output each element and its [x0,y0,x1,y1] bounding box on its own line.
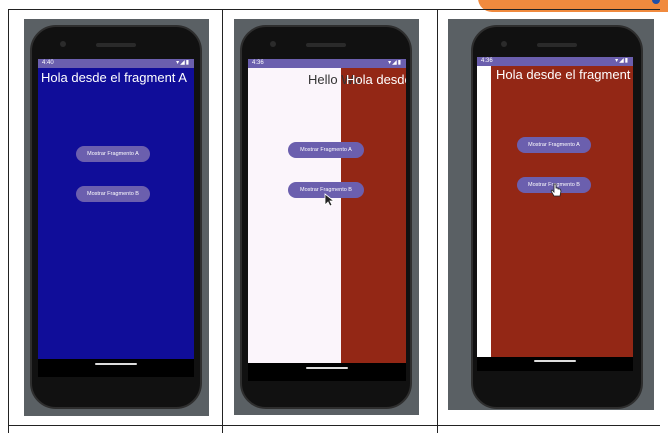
fragment-title: Hola desde el fragment A [41,70,187,85]
speaker [306,43,346,47]
home-indicator[interactable] [534,360,576,362]
status-bar: 4:40 ▾◢▮ [38,59,194,68]
phone-1: 4:40 ▾◢▮ Hola desde el fragment A Mostra… [30,25,202,409]
front-camera [60,41,66,47]
hand-cursor-icon [550,183,562,197]
table-divider-1 [222,9,223,433]
speaker [96,43,136,47]
show-fragment-b-button[interactable]: Mostrar Fragmento B [76,186,150,202]
status-time: 4:36 [481,58,493,64]
status-time: 4:36 [252,60,264,66]
front-camera [270,41,276,47]
panel-1-frame: 4:40 ▾◢▮ Hola desde el fragment A Mostra… [24,19,209,416]
fragment-title: Hola desde el fragment [496,67,631,82]
home-indicator[interactable] [306,367,348,369]
phone-2-screen: 4:36 ▾◢▮ Hello Wo Hola desde Mostrar Fra… [248,59,406,381]
fragment-title: Hola desde [346,72,406,87]
home-indicator[interactable] [95,363,137,365]
corner-dot [652,0,660,4]
status-icons: ▾◢▮ [388,60,402,66]
phone-1-screen: 4:40 ▾◢▮ Hola desde el fragment A Mostra… [38,59,194,377]
mouse-cursor-icon [324,193,336,207]
status-icons: ▾◢▮ [176,60,190,66]
table-divider-2 [437,9,438,433]
overlapping-fragment [341,68,406,381]
navigation-bar [38,359,194,377]
status-bar: 4:36 ▾◢▮ [248,59,406,68]
navigation-bar [248,363,406,381]
previous-fragment-edge [477,66,491,371]
show-fragment-a-button[interactable]: Mostrar Fragmento A [517,137,591,153]
show-fragment-a-button[interactable]: Mostrar Fragmento A [288,142,364,158]
panel-3-frame: 4:36 ▾◢▮ Hola desde el fragment Mostrar … [448,19,654,410]
status-time: 4:40 [42,60,54,66]
front-camera [501,41,507,47]
show-fragment-a-button[interactable]: Mostrar Fragmento A [76,146,150,162]
speaker [537,43,577,47]
status-bar: 4:36 ▾◢▮ [477,57,633,66]
phone-3-screen: 4:36 ▾◢▮ Hola desde el fragment Mostrar … [477,57,633,371]
phone-2: 4:36 ▾◢▮ Hello Wo Hola desde Mostrar Fra… [240,25,412,409]
status-icons: ▾◢▮ [615,58,629,64]
panel-2-frame: 4:36 ▾◢▮ Hello Wo Hola desde Mostrar Fra… [234,19,419,415]
navigation-bar [477,357,633,371]
table-row-divider [8,425,660,426]
